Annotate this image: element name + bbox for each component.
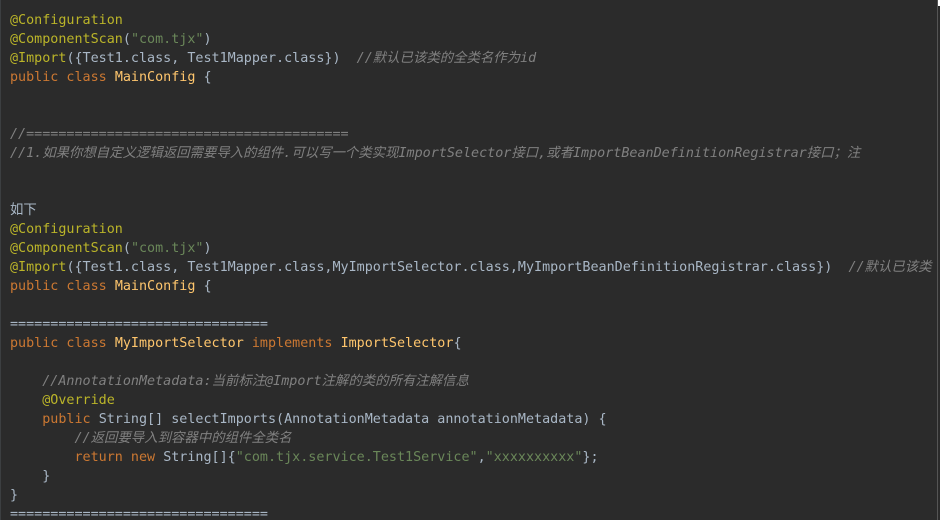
code-token: {	[453, 336, 462, 351]
code-line: @Import({Test1.class, Test1Mapper.class}…	[10, 49, 932, 68]
code-token: }	[10, 469, 51, 484]
code-token: (	[122, 241, 131, 256]
text-token: 如下	[10, 203, 37, 218]
code-token: ================================	[10, 317, 268, 332]
class-name-token: MyImportSelector	[114, 336, 244, 351]
code-token: String[] selectImports(AnnotationMetadat…	[98, 412, 607, 427]
code-line: }	[10, 467, 932, 486]
code-editor[interactable]: @Configuration @ComponentScan("com.tjx") @…	[0, 0, 938, 520]
code-line: public class MainConfig {	[10, 68, 932, 87]
code-line: @Configuration	[10, 11, 932, 30]
annotation-token: @Configuration	[10, 13, 123, 28]
annotation-token: @Import	[10, 260, 67, 275]
code-line: @Override	[10, 391, 932, 410]
code-line: //返回要导入到容器中的组件全类名	[10, 429, 932, 448]
code-token: )	[203, 32, 212, 47]
code-token: ({Test1.class, Test1Mapper.class,MyImpor…	[66, 260, 849, 275]
comment-token: //返回要导入到容器中的组件全类名	[74, 431, 292, 446]
code-line: ================================	[10, 505, 932, 520]
code-line: @ComponentScan("com.tjx")	[10, 30, 932, 49]
code-token: )	[203, 241, 212, 256]
code-line: public class MainConfig {	[10, 277, 932, 296]
code-line: @Import({Test1.class, Test1Mapper.class,…	[10, 258, 932, 277]
code-line: //1.如果你想自定义逻辑返回需要导入的组件.可以写一个类实现ImportSel…	[10, 144, 932, 163]
code-token: (	[122, 32, 131, 47]
code-line: @Configuration	[10, 220, 932, 239]
annotation-token: @ComponentScan	[10, 32, 123, 47]
code-token: ================================	[10, 507, 268, 520]
class-name-token: MainConfig	[114, 279, 196, 294]
code-token: };	[582, 450, 599, 465]
code-token: }	[10, 488, 19, 503]
code-line: public class MyImportSelector implements…	[10, 334, 932, 353]
comment-token: //AnnotationMetadata:当前标注@Import注解的类的所有注…	[42, 374, 469, 389]
code-token: ,	[477, 450, 486, 465]
keyword-token: return new	[74, 450, 164, 465]
code-line: //======================================…	[10, 125, 932, 144]
annotation-token: @Configuration	[10, 222, 123, 237]
code-token: ({Test1.class, Test1Mapper.class})	[66, 51, 357, 66]
annotation-token: @Import	[10, 51, 67, 66]
class-name-token: MainConfig	[114, 70, 196, 85]
string-token: "xxxxxxxxxx"	[485, 450, 583, 465]
string-token: "com.tjx"	[130, 241, 204, 256]
annotation-token: @ComponentScan	[10, 241, 123, 256]
class-name-token: ImportSelector	[340, 336, 454, 351]
code-line: //AnnotationMetadata:当前标注@Import注解的类的所有注…	[10, 372, 932, 391]
code-token: {	[195, 70, 212, 85]
string-token: "com.tjx"	[130, 32, 204, 47]
code-line: @ComponentScan("com.tjx")	[10, 239, 932, 258]
code-token: {	[195, 279, 212, 294]
code-line: return new String[]{"com.tjx.service.Tes…	[10, 448, 932, 467]
annotation-token: @Override	[42, 393, 115, 408]
keyword-token: implements	[243, 336, 341, 351]
comment-token: //1.如果你想自定义逻辑返回需要导入的组件.可以写一个类实现ImportSel…	[10, 146, 861, 161]
comment-token: //默认已该类的全类名作为id	[356, 51, 537, 66]
keyword-token: public class	[10, 70, 115, 85]
code-token: String[]{	[163, 450, 236, 465]
code-content[interactable]: @Configuration @ComponentScan("com.tjx") @…	[10, 11, 932, 520]
code-line: public String[] selectImports(Annotation…	[10, 410, 932, 429]
comment-token: //======================================…	[10, 127, 349, 142]
keyword-token: public class	[10, 336, 115, 351]
code-line: }	[10, 486, 932, 505]
code-line: ================================	[10, 315, 932, 334]
keyword-token: public class	[10, 279, 115, 294]
keyword-token: public	[42, 412, 99, 427]
comment-token: //默认已该类	[848, 260, 932, 275]
code-line: 如下	[10, 201, 932, 220]
string-token: "com.tjx.service.Test1Service"	[235, 450, 478, 465]
